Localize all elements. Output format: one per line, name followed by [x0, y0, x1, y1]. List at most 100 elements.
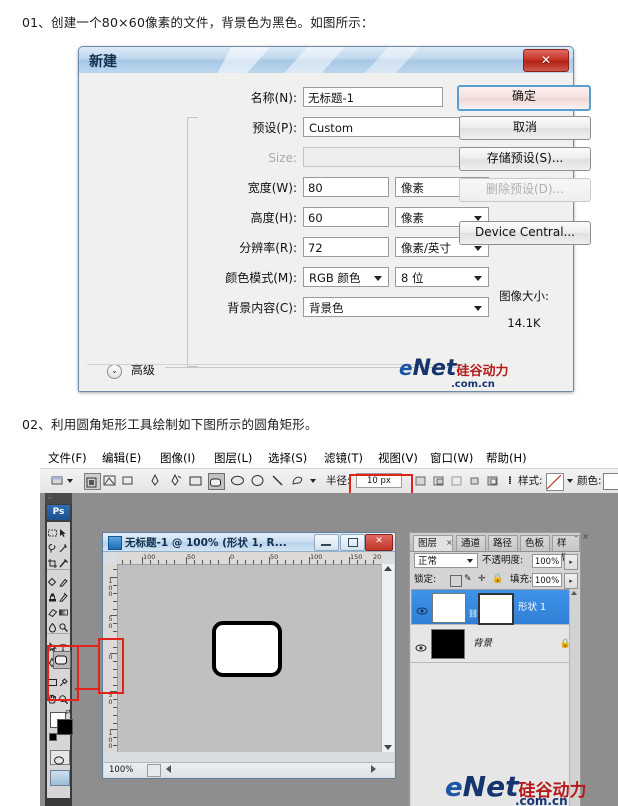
- custom-shape-tool-icon[interactable]: [290, 473, 305, 488]
- close-icon[interactable]: ✕: [523, 49, 569, 72]
- minimize-button[interactable]: [314, 534, 339, 551]
- cancel-button[interactable]: 取消: [459, 116, 591, 140]
- chevron-down-icon[interactable]: [310, 479, 316, 483]
- slice-tool-icon[interactable]: [58, 554, 69, 568]
- vertical-scrollbar[interactable]: [381, 564, 394, 752]
- rectangle-tool-icon[interactable]: [188, 473, 203, 488]
- blend-mode-select[interactable]: 正常: [414, 553, 478, 568]
- lasso-tool-icon[interactable]: [47, 539, 58, 553]
- path-exclude-icon[interactable]: [468, 473, 483, 488]
- eye-icon[interactable]: [415, 638, 427, 652]
- scroll-up-icon[interactable]: [384, 566, 392, 571]
- menu-filter[interactable]: 滤镜(T): [324, 448, 363, 468]
- save-preset-button[interactable]: 存储预设(S)...: [459, 147, 591, 171]
- eraser-tool-icon[interactable]: [47, 603, 58, 618]
- lock-image-icon[interactable]: ✎: [464, 574, 472, 584]
- menu-edit[interactable]: 编辑(E): [102, 448, 141, 468]
- screen-mode-icon[interactable]: [50, 770, 70, 786]
- polygon-tool-icon[interactable]: [250, 473, 265, 488]
- path-combine-icon[interactable]: [486, 473, 501, 488]
- height-input[interactable]: 60: [303, 207, 389, 227]
- path-add-icon[interactable]: [414, 473, 429, 488]
- scroll-down-icon[interactable]: [384, 745, 392, 750]
- eye-icon[interactable]: [416, 602, 428, 615]
- width-input[interactable]: 80: [303, 177, 389, 197]
- scroll-right-icon[interactable]: [371, 765, 376, 773]
- tab-channels[interactable]: 通道: [456, 535, 486, 551]
- canvas[interactable]: [118, 565, 382, 752]
- blur-tool-icon[interactable]: [47, 618, 58, 633]
- status-thumbnail-icon[interactable]: [147, 764, 161, 777]
- menu-image[interactable]: 图像(I): [160, 448, 195, 468]
- layer-name[interactable]: 形状 1: [518, 590, 546, 626]
- maximize-button[interactable]: [340, 534, 365, 551]
- fill-pixels-icon[interactable]: [120, 473, 135, 488]
- fill-stepper-icon[interactable]: ▸: [564, 573, 578, 589]
- menu-layer[interactable]: 图层(L): [214, 448, 252, 468]
- brush-tool-icon[interactable]: [58, 573, 69, 588]
- background-color-swatch[interactable]: [57, 719, 73, 735]
- device-central-button[interactable]: Device Central...: [459, 221, 591, 245]
- bit-depth-select[interactable]: 8 位: [395, 267, 489, 287]
- path-intersect-icon[interactable]: [450, 473, 465, 488]
- gradient-tool-icon[interactable]: [58, 603, 69, 616]
- lock-all-icon[interactable]: 🔒: [492, 574, 503, 584]
- move-tool-icon[interactable]: [58, 524, 69, 537]
- layer-name[interactable]: 背景: [473, 626, 492, 662]
- ellipse-tool-icon[interactable]: [230, 473, 245, 488]
- shape-layers-icon[interactable]: [84, 473, 101, 490]
- layer-thumbnail[interactable]: [432, 593, 466, 623]
- pen-tool-icon[interactable]: [148, 473, 163, 488]
- lock-transparent-icon[interactable]: [450, 575, 462, 587]
- layer-row[interactable]: ⛓ 形状 1: [411, 589, 579, 625]
- tab-paths[interactable]: 路径: [488, 535, 518, 551]
- name-input[interactable]: 无标题-1: [303, 87, 443, 107]
- clone-stamp-tool-icon[interactable]: [47, 588, 58, 602]
- style-swatch-icon[interactable]: [546, 473, 564, 491]
- menu-help[interactable]: 帮助(H): [486, 448, 527, 468]
- default-colors-icon[interactable]: [49, 733, 57, 741]
- history-brush-tool-icon[interactable]: [58, 588, 69, 603]
- fill-input[interactable]: 100%: [532, 573, 562, 587]
- quick-mask-icon[interactable]: [50, 750, 70, 765]
- tab-swatches[interactable]: 色板: [520, 535, 550, 551]
- zoom-level[interactable]: 100%: [109, 763, 133, 777]
- rounded-rectangle-shape[interactable]: [212, 621, 282, 677]
- scroll-up-icon[interactable]: [571, 591, 577, 595]
- close-button[interactable]: ✕: [365, 534, 393, 551]
- marquee-tool-icon[interactable]: [47, 524, 58, 537]
- layer-thumbnail[interactable]: [431, 629, 465, 659]
- line-tool-icon[interactable]: [270, 473, 285, 488]
- path-subtract-icon[interactable]: [432, 473, 447, 488]
- chevron-down-icon[interactable]: [67, 479, 73, 483]
- vector-mask-thumbnail[interactable]: [478, 593, 514, 625]
- rounded-rectangle-tool-icon[interactable]: [208, 473, 225, 490]
- foreground-background-colors[interactable]: ⇄: [49, 708, 73, 741]
- tool-preset-icon[interactable]: [50, 473, 65, 488]
- menu-window[interactable]: 窗口(W): [430, 448, 473, 468]
- opacity-input[interactable]: 100%: [532, 554, 562, 568]
- chevron-down-icon[interactable]: [567, 479, 573, 483]
- layer-row[interactable]: 背景 🔒: [411, 626, 579, 663]
- ok-button[interactable]: 确定: [457, 85, 591, 111]
- paths-icon[interactable]: [102, 473, 117, 488]
- crop-tool-icon[interactable]: [47, 554, 58, 568]
- menu-view[interactable]: 视图(V): [378, 448, 418, 468]
- lock-position-icon[interactable]: ✛: [478, 574, 486, 584]
- dodge-tool-icon[interactable]: [58, 618, 69, 632]
- panel-close-icon[interactable]: ×: [582, 532, 589, 541]
- resolution-input[interactable]: 72: [303, 237, 389, 257]
- menu-file[interactable]: 文件(F): [48, 448, 87, 468]
- color-swatch[interactable]: [603, 473, 618, 490]
- opacity-stepper-icon[interactable]: ▸: [564, 554, 578, 570]
- freeform-pen-icon[interactable]: [168, 473, 183, 488]
- swap-colors-icon[interactable]: ⇄: [65, 708, 71, 716]
- close-icon[interactable]: ×: [446, 538, 453, 547]
- magic-wand-tool-icon[interactable]: [58, 539, 69, 553]
- panel-minimize-icon[interactable]: –: [574, 532, 578, 541]
- scroll-left-icon[interactable]: [166, 765, 171, 773]
- panel-grip-icon[interactable]: ⁘: [45, 493, 72, 504]
- color-mode-select[interactable]: RGB 颜色: [303, 267, 389, 287]
- healing-brush-tool-icon[interactable]: [47, 573, 58, 587]
- menu-select[interactable]: 选择(S): [268, 448, 307, 468]
